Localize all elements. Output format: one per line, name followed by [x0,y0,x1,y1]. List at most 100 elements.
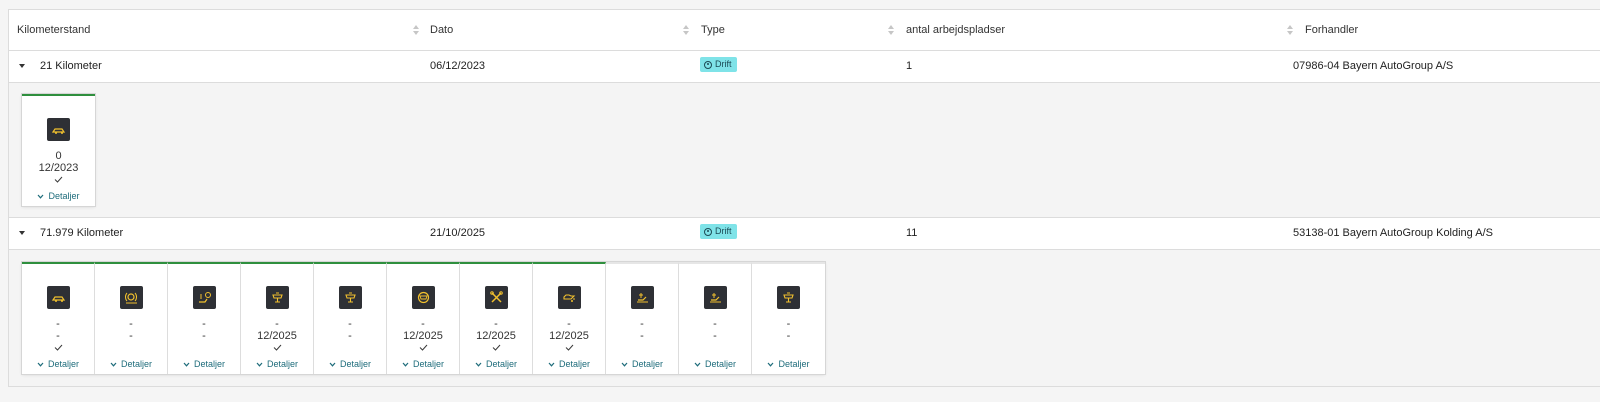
service-card[interactable]: 0 12/2023 Detaljer [22,94,95,206]
service-history-table: Kilometerstand Dato Type antal arbejdspl… [8,9,1600,387]
card-date: 12/2025 [403,330,443,342]
date-cell: 21/10/2025 [430,227,486,239]
service-card[interactable]: -12/2025 Detaljer [460,262,533,374]
chevron-down-icon [256,362,263,367]
type-badge: Drift [700,224,737,239]
service-card[interactable]: - - Detaljer [752,262,825,374]
details-label: Detaljer [339,359,371,369]
details-label: Detaljer [47,359,79,369]
card-date: 12/2023 [38,162,79,174]
col-header-date[interactable]: Dato [430,24,453,36]
chevron-down-icon [402,362,409,367]
col-header-mileage[interactable]: Kilometerstand [17,24,90,36]
service-card-strip: 0 12/2023 Detaljer [22,94,95,206]
card-date: - [348,330,352,342]
brake-icon [120,286,143,309]
card-value: - [275,318,279,330]
sort-icon[interactable] [683,25,689,35]
card-value: - [348,318,352,330]
tire-icon [412,286,435,309]
check-icon [492,344,501,351]
card-value: - [640,318,644,330]
details-label: Detaljer [120,359,152,369]
details-label: Detaljer [704,359,736,369]
type-badge-label: Drift [715,59,732,69]
details-link[interactable]: Detaljer [22,191,95,201]
details-link[interactable]: Detaljer [606,359,678,369]
dealer-cell: 53138-01 Bayern AutoGroup Kolding A/S [1293,227,1493,239]
workplaces-cell: 1 [906,60,913,72]
details-link[interactable]: Detaljer [314,359,386,369]
details-link[interactable]: Detaljer [460,359,532,369]
details-link[interactable]: Detaljer [679,359,751,369]
service-card[interactable]: - - Detaljer [22,262,95,374]
gear-icon [704,227,712,236]
service-icon [339,286,362,309]
oil-level-icon [704,286,727,309]
col-header-workplaces[interactable]: antal arbejdspladser [906,24,1005,36]
details-label: Detaljer [412,359,444,369]
service-card[interactable]: -12/2025 Detaljer [387,262,460,374]
check-icon [419,344,428,351]
service-card[interactable]: -12/2025 Detaljer [241,262,314,374]
card-date: 12/2025 [257,330,297,342]
workplaces-cell: 11 [906,227,918,239]
table-row[interactable]: 71.979 Kilometer 21/10/2025 Drift 11 531… [9,218,1600,250]
details-link[interactable]: Detaljer [168,359,240,369]
card-date: - [786,330,791,342]
type-badge-label: Drift [715,226,732,236]
chevron-down-icon [329,362,336,367]
card-value: - [421,318,425,330]
card-date: - [56,330,60,342]
chevron-down-icon [37,362,44,367]
type-badge: Drift [700,57,737,72]
card-value: - [56,318,60,330]
details-link[interactable]: Detaljer [533,359,605,369]
sort-icon[interactable] [888,25,894,35]
card-value: - [494,318,498,330]
card-value: - [786,318,791,330]
col-header-dealer[interactable]: Forhandler [1305,24,1358,36]
oil-icon [558,286,581,309]
details-link[interactable]: Detaljer [95,359,167,369]
gear-icon [704,60,712,69]
oil-level-icon [631,286,654,309]
details-link[interactable]: Detaljer [387,359,459,369]
table-row[interactable]: 21 Kilometer 06/12/2023 Drift 1 07986-04… [9,51,1600,83]
brake-fluid-icon [193,286,216,309]
details-label: Detaljer [558,359,590,369]
chevron-down-icon [38,194,44,199]
car-icon [47,118,70,141]
details-label: Detaljer [48,191,80,201]
details-link[interactable]: Detaljer [22,359,94,369]
card-date: - [640,330,644,342]
chevron-down-icon [694,362,701,367]
service-card[interactable]: - - Detaljer [168,262,241,374]
service-card[interactable]: - - Detaljer [679,262,752,374]
expand-caret-icon[interactable] [19,231,25,235]
card-value: - [129,318,133,330]
details-label: Detaljer [631,359,663,369]
details-link[interactable]: Detaljer [752,359,825,369]
service-card[interactable]: - - Detaljer [314,262,387,374]
check-icon [54,176,63,183]
row-details-panel: 0 12/2023 Detaljer [9,83,1600,218]
col-header-type[interactable]: Type [701,24,725,36]
details-label: Detaljer [266,359,298,369]
card-value: - [567,318,571,330]
card-date: 12/2025 [476,330,516,342]
service-icon [777,286,800,309]
service-card[interactable]: - - Detaljer [606,262,679,374]
dealer-cell: 07986-04 Bayern AutoGroup A/S [1293,60,1454,72]
service-card[interactable]: - - Detaljer [95,262,168,374]
card-value: - [202,318,206,330]
details-link[interactable]: Detaljer [241,359,313,369]
service-card-strip: - - Detaljer - - Detaljer - - Detaljer -12/2025 De… [22,262,825,374]
expand-caret-icon[interactable] [19,64,25,68]
sort-icon[interactable] [413,25,419,35]
card-date: 12/2025 [549,330,589,342]
sort-icon[interactable] [1287,25,1293,35]
row-details-panel: - - Detaljer - - Detaljer - - Detaljer -12/2025 De… [9,250,1600,387]
date-cell: 06/12/2023 [430,60,486,72]
service-card[interactable]: -12/2025 Detaljer [533,262,606,374]
